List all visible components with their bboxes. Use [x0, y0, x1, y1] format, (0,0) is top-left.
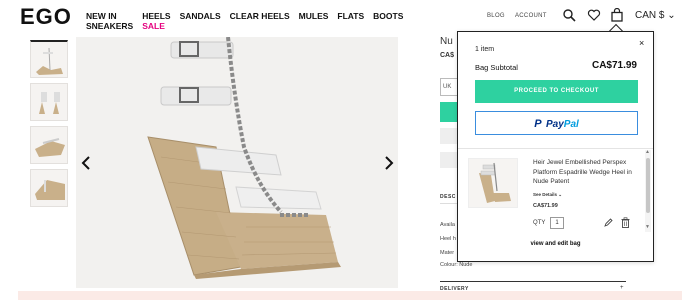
product-main-image — [76, 37, 398, 288]
nav-boots[interactable]: BOOTS — [373, 11, 403, 31]
next-image-arrow[interactable] — [383, 155, 397, 173]
chevron-left-icon[interactable] — [80, 155, 92, 171]
colour-text: Colour: Nude — [440, 262, 473, 268]
shoe-thumbnail-image — [479, 162, 511, 203]
divider — [458, 148, 653, 149]
site-logo[interactable]: EGO — [20, 4, 72, 30]
bag-item-price: CA$71.99 — [533, 203, 558, 209]
nav-flats[interactable]: FLATS — [337, 11, 364, 31]
paypal-icon: P — [534, 118, 542, 130]
pencil-icon[interactable] — [604, 218, 613, 227]
bag-item-count: 1 item — [475, 46, 495, 53]
paypal-pay-label: Pay — [545, 119, 564, 130]
chevron-right-icon[interactable] — [383, 155, 395, 171]
qty-input[interactable]: 1 — [550, 217, 564, 229]
shoe-thumbnail-image — [35, 180, 65, 200]
scroll-up-icon[interactable]: ▲ — [645, 149, 650, 155]
product-price: CA$ — [440, 52, 455, 59]
thumbnail[interactable] — [30, 83, 68, 121]
prev-image-arrow[interactable] — [80, 155, 94, 173]
search-icon[interactable] — [562, 8, 576, 22]
bag-item-name[interactable]: Heir Jewel Embellished Perspex Platform … — [533, 158, 643, 187]
heel-height-text: Heel h — [440, 236, 456, 242]
paypal-pal-label: Pal — [563, 119, 579, 130]
heart-icon[interactable] — [587, 8, 601, 22]
bag-subtotal-label: Bag Subtotal — [475, 63, 518, 72]
thumbnail[interactable] — [30, 40, 68, 78]
view-edit-bag-link[interactable]: view and edit bag — [458, 241, 653, 247]
main-nav: NEW IN SNEAKERS HEELS SALE SANDALS CLEAR… — [86, 11, 403, 31]
nav-heels-label[interactable]: HEELS — [142, 11, 170, 21]
shoe-image — [147, 37, 341, 279]
thumbnail[interactable] — [30, 126, 68, 164]
qty-label: QTY — [533, 220, 546, 226]
add-to-bag-button[interactable] — [440, 102, 458, 122]
currency-selector[interactable]: CAN $ ⌄ — [635, 10, 676, 21]
shoe-thumbnail-image — [35, 138, 65, 157]
bag-scrollbar-thumb[interactable] — [646, 158, 650, 213]
divider — [440, 281, 626, 282]
product-title: Nu — [440, 36, 453, 47]
blog-link[interactable]: BLOG — [487, 13, 505, 19]
nav-new-in[interactable]: NEW IN SNEAKERS — [86, 11, 133, 31]
proceed-to-checkout-button[interactable]: PROCEED TO CHECKOUT — [475, 80, 638, 103]
nav-sale-label[interactable]: SALE — [142, 21, 170, 31]
nav-sandals[interactable]: SANDALS — [180, 11, 221, 31]
thumbnail[interactable] — [30, 169, 68, 207]
close-icon[interactable]: × — [639, 38, 644, 48]
bag-item-image[interactable] — [468, 158, 518, 208]
material-text: Mater — [440, 250, 455, 256]
shoe-thumbnail-image — [39, 92, 60, 114]
nav-heels[interactable]: HEELS SALE — [142, 11, 170, 31]
nav-sneakers-label[interactable]: SNEAKERS — [86, 21, 133, 31]
thumbnail-list — [30, 40, 68, 212]
bag-subtotal-value: CA$71.99 — [591, 60, 637, 71]
promo-strip — [18, 291, 682, 300]
trash-icon[interactable] — [621, 217, 630, 228]
shoe-thumbnail-image — [36, 47, 63, 75]
paypal-button[interactable]: P PayPal — [475, 111, 638, 135]
bag-icon[interactable] — [610, 8, 624, 22]
nav-clear-heels[interactable]: CLEAR HEELS — [230, 11, 290, 31]
nav-mules[interactable]: MULES — [299, 11, 329, 31]
site-header: EGO NEW IN SNEAKERS HEELS SALE SANDALS C… — [0, 0, 700, 34]
description-heading[interactable]: DESC — [440, 194, 456, 200]
availability-text: Availa — [440, 222, 455, 228]
nav-new-in-label[interactable]: NEW IN — [86, 11, 117, 21]
account-link[interactable]: ACCOUNT — [515, 13, 547, 19]
scroll-down-icon[interactable]: ▼ — [645, 224, 650, 230]
see-details-toggle[interactable]: See Details ⌄ — [533, 192, 562, 198]
mini-bag-popup: × 1 item Bag Subtotal CA$71.99 PROCEED T… — [457, 31, 654, 262]
